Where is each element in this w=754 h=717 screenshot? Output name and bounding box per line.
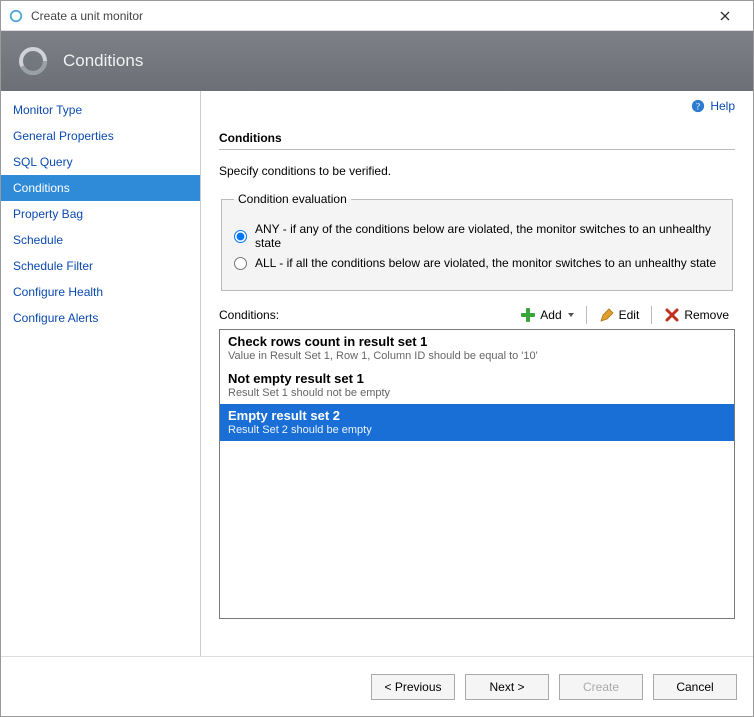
sidebar-item-configure-alerts[interactable]: Configure Alerts [1, 305, 200, 331]
create-button: Create [559, 674, 643, 700]
remove-label: Remove [684, 308, 729, 322]
radio-all-label: ALL - if all the conditions below are vi… [255, 256, 716, 270]
condition-title: Not empty result set 1 [228, 371, 726, 386]
main-area: Monitor Type General Properties SQL Quer… [1, 91, 753, 656]
condition-item[interactable]: Not empty result set 1 Result Set 1 shou… [220, 367, 734, 404]
sidebar-item-sql-query[interactable]: SQL Query [1, 149, 200, 175]
remove-button[interactable]: Remove [658, 305, 735, 325]
conditions-toolbar-row: Conditions: Add Edit Remove [219, 305, 735, 325]
condition-evaluation-legend: Condition evaluation [234, 192, 351, 206]
radio-any-label: ANY - if any of the conditions below are… [255, 222, 720, 250]
svg-text:?: ? [696, 102, 700, 113]
radio-all[interactable] [234, 257, 247, 270]
pencil-icon [599, 307, 615, 323]
sidebar-item-monitor-type[interactable]: Monitor Type [1, 97, 200, 123]
title-bar: Create a unit monitor [1, 1, 753, 31]
sidebar-item-label: Configure Health [13, 285, 103, 299]
section-title: Conditions [219, 131, 735, 150]
radio-any-row[interactable]: ANY - if any of the conditions below are… [234, 222, 720, 250]
radio-all-row[interactable]: ALL - if all the conditions below are vi… [234, 256, 720, 270]
sidebar-item-schedule-filter[interactable]: Schedule Filter [1, 253, 200, 279]
condition-desc: Value in Result Set 1, Row 1, Column ID … [228, 350, 726, 362]
chevron-down-icon [568, 313, 574, 317]
conditions-label: Conditions: [219, 308, 279, 322]
header-title: Conditions [63, 51, 143, 71]
cancel-button[interactable]: Cancel [653, 674, 737, 700]
help-icon: ? [691, 99, 705, 113]
sidebar-item-label: Property Bag [13, 207, 83, 221]
app-icon [9, 9, 23, 23]
sidebar-item-label: General Properties [13, 129, 114, 143]
condition-evaluation-group: Condition evaluation ANY - if any of the… [221, 192, 733, 291]
previous-button[interactable]: < Previous [371, 674, 455, 700]
sidebar-item-property-bag[interactable]: Property Bag [1, 201, 200, 227]
wizard-icon [17, 45, 49, 77]
sidebar-item-label: SQL Query [13, 155, 73, 169]
radio-any[interactable] [234, 230, 247, 243]
delete-icon [664, 307, 680, 323]
sidebar-item-conditions[interactable]: Conditions [1, 175, 200, 201]
sidebar-item-configure-health[interactable]: Configure Health [1, 279, 200, 305]
condition-item[interactable]: Check rows count in result set 1 Value i… [220, 330, 734, 367]
window-title: Create a unit monitor [31, 9, 705, 23]
plus-icon [520, 307, 536, 323]
condition-title: Check rows count in result set 1 [228, 334, 726, 349]
sidebar-item-label: Schedule Filter [13, 259, 93, 273]
condition-title: Empty result set 2 [228, 408, 726, 423]
condition-desc: Result Set 1 should not be empty [228, 387, 726, 399]
sidebar-item-label: Monitor Type [13, 103, 82, 117]
section-subtitle: Specify conditions to be verified. [219, 164, 735, 178]
edit-button[interactable]: Edit [593, 305, 646, 325]
sidebar-item-label: Conditions [13, 181, 70, 195]
toolbar-separator [586, 306, 587, 324]
add-button[interactable]: Add [514, 305, 579, 325]
conditions-toolbar: Add Edit Remove [514, 305, 735, 325]
sidebar-item-general-properties[interactable]: General Properties [1, 123, 200, 149]
condition-item[interactable]: Empty result set 2 Result Set 2 should b… [220, 404, 734, 441]
conditions-list[interactable]: Check rows count in result set 1 Value i… [219, 329, 735, 619]
wizard-footer: < Previous Next > Create Cancel [1, 656, 753, 716]
sidebar-item-schedule[interactable]: Schedule [1, 227, 200, 253]
help-link[interactable]: ? Help [691, 99, 735, 113]
next-button[interactable]: Next > [465, 674, 549, 700]
help-label: Help [710, 99, 735, 113]
header-band: Conditions [1, 31, 753, 91]
edit-label: Edit [619, 308, 640, 322]
content-pane: ? Help Conditions Specify conditions to … [201, 91, 753, 656]
condition-desc: Result Set 2 should be empty [228, 424, 726, 436]
close-button[interactable] [705, 2, 745, 30]
sidebar-item-label: Schedule [13, 233, 63, 247]
sidebar-item-label: Configure Alerts [13, 311, 98, 325]
toolbar-separator [651, 306, 652, 324]
sidebar: Monitor Type General Properties SQL Quer… [1, 91, 201, 656]
add-label: Add [540, 308, 561, 322]
